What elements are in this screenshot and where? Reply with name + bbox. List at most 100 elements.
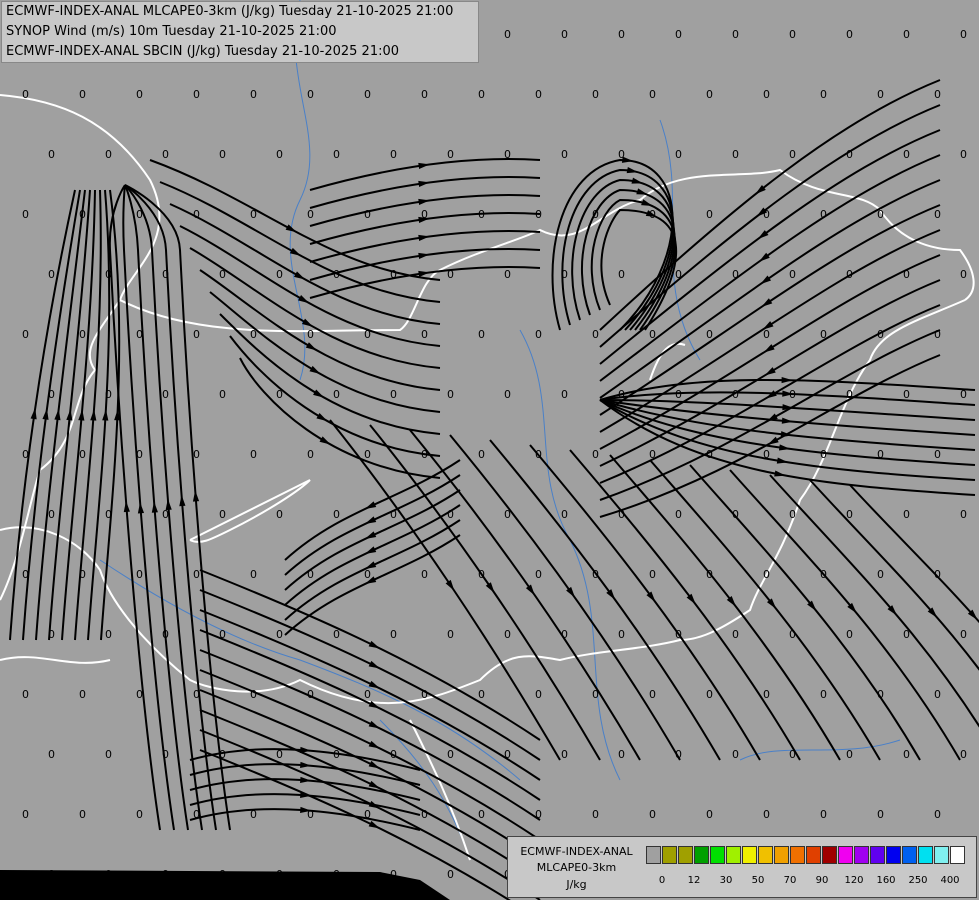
sbcin-value: 0	[478, 328, 485, 341]
sbcin-value: 0	[364, 328, 371, 341]
sbcin-value: 0	[903, 628, 910, 641]
legend-swatch	[662, 846, 677, 864]
legend-swatch	[902, 846, 917, 864]
sbcin-value: 0	[706, 568, 713, 581]
sbcin-value: 0	[789, 148, 796, 161]
sbcin-value: 0	[535, 688, 542, 701]
sbcin-value: 0	[820, 208, 827, 221]
sbcin-value: 0	[649, 688, 656, 701]
sbcin-value: 0	[706, 448, 713, 461]
sbcin-value: 0	[763, 568, 770, 581]
sbcin-value: 0	[789, 388, 796, 401]
sbcin-value: 0	[79, 688, 86, 701]
sbcin-value: 0	[250, 688, 257, 701]
sbcin-value: 0	[960, 748, 967, 761]
sbcin-value: 0	[48, 148, 55, 161]
sbcin-value: 0	[162, 868, 169, 881]
legend-title-units: J/kg	[566, 878, 587, 891]
sbcin-value: 0	[48, 388, 55, 401]
sbcin-value: 0	[48, 508, 55, 521]
sbcin-value: 0	[307, 568, 314, 581]
sbcin-value: 0	[618, 508, 625, 521]
sbcin-value: 0	[48, 268, 55, 281]
sbcin-value: 0	[535, 808, 542, 821]
sbcin-value: 0	[706, 688, 713, 701]
sbcin-value: 0	[22, 208, 29, 221]
sbcin-value: 0	[250, 448, 257, 461]
sbcin-value: 0	[136, 448, 143, 461]
sbcin-value: 0	[219, 388, 226, 401]
sbcin-value: 0	[364, 208, 371, 221]
legend-swatch	[742, 846, 757, 864]
sbcin-value: 0	[390, 628, 397, 641]
sbcin-value: 0	[846, 148, 853, 161]
sbcin-value: 0	[934, 328, 941, 341]
legend-tick: 250	[908, 875, 928, 886]
sbcin-value: 0	[219, 748, 226, 761]
legend-swatch	[678, 846, 693, 864]
sbcin-value: 0	[592, 688, 599, 701]
legend-tick: 160	[876, 875, 896, 886]
sbcin-value: 0	[789, 508, 796, 521]
sbcin-value: 0	[447, 628, 454, 641]
sbcin-value: 0	[219, 148, 226, 161]
sbcin-value: 0	[877, 88, 884, 101]
sbcin-value: 0	[136, 568, 143, 581]
sbcin-value: 0	[877, 448, 884, 461]
sbcin-value: 0	[390, 748, 397, 761]
sbcin-value: 0	[79, 448, 86, 461]
sbcin-value: 0	[48, 628, 55, 641]
sbcin-value: 0	[390, 868, 397, 881]
legend-swatch	[886, 846, 901, 864]
sbcin-value: 0	[618, 148, 625, 161]
sbcin-value: 0	[732, 28, 739, 41]
sbcin-value: 0	[421, 688, 428, 701]
legend-swatch	[694, 846, 709, 864]
sbcin-value: 0	[250, 808, 257, 821]
sbcin-value: 0	[478, 88, 485, 101]
title-synop-wind: SYNOP Wind (m/s) 10m Tuesday 21-10-2025 …	[6, 24, 337, 39]
sbcin-value: 0	[903, 268, 910, 281]
sbcin-value: 0	[219, 508, 226, 521]
sbcin-value: 0	[820, 568, 827, 581]
sbcin-value: 0	[136, 688, 143, 701]
sbcin-value: 0	[421, 568, 428, 581]
sbcin-value: 0	[79, 208, 86, 221]
sbcin-value: 0	[504, 508, 511, 521]
sbcin-value: 0	[478, 208, 485, 221]
legend-tick: 90	[815, 875, 829, 886]
sbcin-value: 0	[535, 568, 542, 581]
sbcin-value: 0	[675, 508, 682, 521]
sbcin-value: 0	[504, 388, 511, 401]
legend-swatch	[854, 846, 869, 864]
legend-tick: 12	[687, 875, 701, 886]
sbcin-value: 0	[333, 148, 340, 161]
sbcin-value: 0	[364, 568, 371, 581]
sbcin-value: 0	[421, 88, 428, 101]
legend-title-field: MLCAPE0-3km	[536, 861, 617, 874]
sbcin-value: 0	[934, 208, 941, 221]
sbcin-value: 0	[649, 208, 656, 221]
sbcin-value: 0	[789, 28, 796, 41]
sbcin-value: 0	[675, 748, 682, 761]
sbcin-value: 0	[618, 628, 625, 641]
sbcin-value: 0	[934, 568, 941, 581]
sbcin-value: 0	[675, 628, 682, 641]
sbcin-value: 0	[105, 868, 112, 881]
sbcin-value: 0	[846, 628, 853, 641]
sbcin-value: 0	[820, 448, 827, 461]
sbcin-value: 0	[478, 448, 485, 461]
sbcin-value: 0	[447, 148, 454, 161]
sbcin-value: 0	[193, 208, 200, 221]
sbcin-value: 0	[105, 268, 112, 281]
sbcin-value: 0	[162, 388, 169, 401]
sbcin-value: 0	[903, 508, 910, 521]
sbcin-value: 0	[763, 88, 770, 101]
sbcin-value: 0	[48, 868, 55, 881]
sbcin-value: 0	[960, 388, 967, 401]
sbcin-value: 0	[789, 628, 796, 641]
sbcin-value: 0	[877, 568, 884, 581]
sbcin-value: 0	[162, 628, 169, 641]
sbcin-value: 0	[820, 328, 827, 341]
legend-tick: 400	[940, 875, 960, 886]
